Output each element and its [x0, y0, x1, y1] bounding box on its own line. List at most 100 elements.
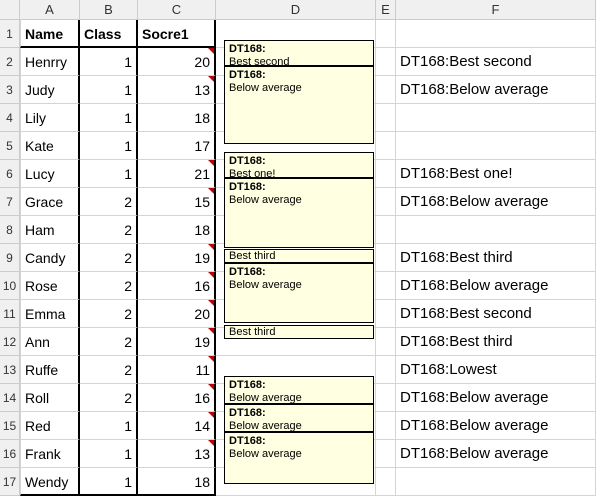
comment-marker-icon[interactable]	[208, 412, 214, 418]
cell-E[interactable]	[376, 216, 396, 244]
col-header-E[interactable]: E	[376, 0, 396, 20]
comment-marker-icon[interactable]	[208, 48, 214, 54]
cell-comment-text[interactable]	[396, 468, 596, 496]
cell-class[interactable]: 2	[80, 216, 138, 244]
row-header[interactable]: 14	[0, 384, 20, 412]
row-header[interactable]: 16	[0, 440, 20, 468]
cell-E[interactable]	[376, 160, 396, 188]
cell-class[interactable]: 2	[80, 188, 138, 216]
cell-comment-text[interactable]: DT168:Below average	[396, 384, 596, 412]
row-header[interactable]: 2	[0, 48, 20, 76]
cell-score[interactable]: 18	[138, 468, 216, 496]
cell-comment-text[interactable]: DT168:Below average	[396, 412, 596, 440]
cell-E[interactable]	[376, 328, 396, 356]
cell-E[interactable]	[376, 76, 396, 104]
cell-class[interactable]: 1	[80, 440, 138, 468]
cell-name[interactable]: Kate	[20, 132, 80, 160]
row-header[interactable]: 4	[0, 104, 20, 132]
row-header[interactable]: 13	[0, 356, 20, 384]
comment-note[interactable]: Best third	[224, 249, 374, 263]
cell-class[interactable]: 1	[80, 104, 138, 132]
comment-marker-icon[interactable]	[208, 300, 214, 306]
col-header-C[interactable]: C	[138, 0, 216, 20]
comment-marker-icon[interactable]	[208, 76, 214, 82]
cell-comment-text[interactable]: DT168:Best third	[396, 328, 596, 356]
row-header[interactable]: 6	[0, 160, 20, 188]
cell-name[interactable]: Judy	[20, 76, 80, 104]
cell-score[interactable]: 11	[138, 356, 216, 384]
comment-note[interactable]: DT168:Below average	[224, 432, 374, 484]
cell-comment-text[interactable]	[396, 216, 596, 244]
comment-marker-icon[interactable]	[208, 356, 214, 362]
cell-E[interactable]	[376, 188, 396, 216]
cell-class[interactable]: 2	[80, 272, 138, 300]
cell-comment-text[interactable]: DT168:Best third	[396, 244, 596, 272]
cell-name[interactable]: Rose	[20, 272, 80, 300]
comment-note[interactable]: DT168:Best second	[224, 40, 374, 66]
comment-note[interactable]: DT168:Best one!	[224, 152, 374, 178]
cell-A1[interactable]: Name	[20, 20, 80, 48]
cell-E[interactable]	[376, 104, 396, 132]
cell-class[interactable]: 1	[80, 132, 138, 160]
cell-comment-text[interactable]: DT168:Best second	[396, 300, 596, 328]
cell-score[interactable]: 20	[138, 300, 216, 328]
cell-name[interactable]: Frank	[20, 440, 80, 468]
comment-marker-icon[interactable]	[208, 440, 214, 446]
cell-name[interactable]: Candy	[20, 244, 80, 272]
cell-comment-text[interactable]: DT168:Below average	[396, 76, 596, 104]
cell-score[interactable]: 15	[138, 188, 216, 216]
cell-E[interactable]	[376, 384, 396, 412]
cell-comment-text[interactable]: DT168:Below average	[396, 440, 596, 468]
cell-F1[interactable]	[396, 20, 596, 48]
cell-B1[interactable]: Class	[80, 20, 138, 48]
cell-E[interactable]	[376, 300, 396, 328]
cell-class[interactable]: 2	[80, 328, 138, 356]
col-header-F[interactable]: F	[396, 0, 596, 20]
cell-C1[interactable]: Socre1	[138, 20, 216, 48]
comment-marker-icon[interactable]	[208, 188, 214, 194]
cell-score[interactable]: 18	[138, 104, 216, 132]
cell-class[interactable]: 1	[80, 160, 138, 188]
row-header[interactable]: 15	[0, 412, 20, 440]
cell-E[interactable]	[376, 272, 396, 300]
cell-score[interactable]: 17	[138, 132, 216, 160]
row-header[interactable]: 11	[0, 300, 20, 328]
comment-note[interactable]: Best third	[224, 325, 374, 339]
row-header[interactable]: 10	[0, 272, 20, 300]
cell-name[interactable]: Wendy	[20, 468, 80, 496]
cell-score[interactable]: 20	[138, 48, 216, 76]
row-header[interactable]: 1	[0, 20, 20, 48]
comment-marker-icon[interactable]	[208, 244, 214, 250]
comment-note[interactable]: DT168:Below average	[224, 178, 374, 248]
cell-E[interactable]	[376, 132, 396, 160]
row-header[interactable]: 8	[0, 216, 20, 244]
cell-comment-text[interactable]: DT168:Best second	[396, 48, 596, 76]
col-header-B[interactable]: B	[80, 0, 138, 20]
cell-score[interactable]: 13	[138, 440, 216, 468]
cell-class[interactable]: 2	[80, 356, 138, 384]
cell-E[interactable]	[376, 440, 396, 468]
cell-class[interactable]: 1	[80, 412, 138, 440]
row-header[interactable]: 9	[0, 244, 20, 272]
row-header[interactable]: 7	[0, 188, 20, 216]
cell-score[interactable]: 13	[138, 76, 216, 104]
comment-note[interactable]: DT168:Below average	[224, 376, 374, 404]
comment-note[interactable]: DT168:Below average	[224, 404, 374, 432]
col-header-D[interactable]: D	[216, 0, 376, 20]
cell-class[interactable]: 1	[80, 76, 138, 104]
cell-class[interactable]: 2	[80, 384, 138, 412]
cell-name[interactable]: Lily	[20, 104, 80, 132]
cell-E[interactable]	[376, 244, 396, 272]
cell-score[interactable]: 19	[138, 244, 216, 272]
row-header[interactable]: 5	[0, 132, 20, 160]
cell-name[interactable]: Grace	[20, 188, 80, 216]
cell-class[interactable]: 2	[80, 244, 138, 272]
comment-marker-icon[interactable]	[208, 328, 214, 334]
cell-E[interactable]	[376, 412, 396, 440]
cell-E[interactable]	[376, 468, 396, 496]
comment-note[interactable]: DT168:Below average	[224, 66, 374, 144]
cell-class[interactable]: 2	[80, 300, 138, 328]
col-header-A[interactable]: A	[20, 0, 80, 20]
row-header[interactable]: 12	[0, 328, 20, 356]
cell-comment-text[interactable]	[396, 104, 596, 132]
